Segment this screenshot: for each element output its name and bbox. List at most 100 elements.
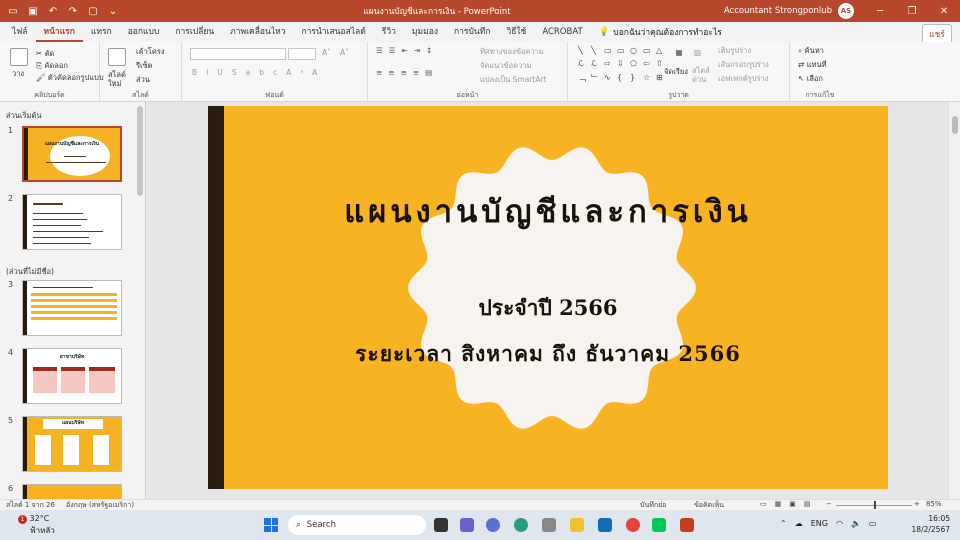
powerpoint-icon[interactable]: [680, 518, 694, 532]
align-text-button[interactable]: จัดแนวข้อความ: [480, 60, 531, 72]
weather-condition: ฟ้าหลัว: [30, 526, 55, 535]
list-icons[interactable]: ☰☰⇤⇥↕: [376, 46, 438, 55]
tab-transitions[interactable]: การเปลี่ยน: [167, 22, 222, 42]
slide-thumb-6[interactable]: [22, 484, 122, 499]
slide-subtitle-year[interactable]: ประจำปี 2566: [208, 292, 888, 325]
font-name-combo[interactable]: [190, 48, 286, 60]
editor-scrollbar[interactable]: [948, 102, 960, 499]
line-icon[interactable]: [652, 518, 666, 532]
tab-insert[interactable]: แทรก: [83, 22, 120, 42]
outlook-icon[interactable]: [598, 518, 612, 532]
battery-icon[interactable]: ▭: [869, 519, 877, 528]
font-size-combo[interactable]: [288, 48, 316, 60]
layout-button[interactable]: เค้าโครง: [136, 46, 165, 58]
font-shrink-icon[interactable]: A˅: [340, 48, 349, 57]
save-icon[interactable]: ▣: [26, 4, 40, 18]
font-format-icons[interactable]: BIUSabcAᵃA: [192, 68, 326, 77]
slide-thumb-4[interactable]: สาขาบริษัท: [22, 348, 122, 404]
shape-effects-button[interactable]: เอฟเฟกต์รูปร่าง: [718, 73, 768, 85]
select-button[interactable]: ↖ เลือก: [798, 73, 823, 85]
zoom-level[interactable]: 85%: [926, 500, 942, 508]
undo-icon[interactable]: ↶: [46, 4, 60, 18]
onedrive-icon[interactable]: ☁: [795, 519, 803, 528]
calculator-icon[interactable]: [542, 518, 556, 532]
search-icon: ⌕: [296, 520, 301, 530]
slide-thumb-1[interactable]: แผนงานบัญชีและการเงิน: [22, 126, 122, 182]
wifi-icon[interactable]: ◠: [836, 519, 843, 528]
chevron-up-icon[interactable]: ⌃: [780, 519, 787, 528]
customize-qat-icon[interactable]: ⌄: [106, 4, 120, 18]
find-button[interactable]: ⌕ ค้นหา: [798, 45, 824, 57]
autosave-icon[interactable]: ▭: [6, 4, 20, 18]
view-buttons[interactable]: ▭▦▣▤: [760, 500, 818, 508]
tab-file[interactable]: ไฟล์: [4, 22, 36, 42]
user-name[interactable]: Accountant Strongponlub: [724, 6, 832, 16]
tab-home[interactable]: หน้าแรก: [35, 22, 83, 42]
zoom-out-icon[interactable]: −: [826, 500, 832, 508]
windows-start-icon[interactable]: [264, 518, 278, 532]
chrome-icon[interactable]: [626, 518, 640, 532]
tab-slideshow[interactable]: การนำเสนอสไลด์: [294, 22, 374, 42]
zoom-app-icon[interactable]: [486, 518, 500, 532]
tab-help[interactable]: วิธีใช้: [498, 22, 534, 42]
paste-icon[interactable]: [10, 48, 28, 66]
cut-button[interactable]: ✂ ตัด: [36, 48, 54, 60]
file-explorer-icon[interactable]: [570, 518, 584, 532]
section-button[interactable]: ส่วน: [136, 74, 150, 86]
font-grow-icon[interactable]: A˄: [322, 48, 331, 57]
copy-button[interactable]: ⎘ คัดลอก: [36, 60, 68, 72]
volume-icon[interactable]: 🔈: [851, 519, 861, 528]
panel-scrollbar[interactable]: [137, 106, 143, 196]
redo-icon[interactable]: ↷: [66, 4, 80, 18]
paste-button[interactable]: วาง: [12, 68, 24, 80]
quick-styles-icon[interactable]: ▨: [694, 48, 701, 57]
replace-button[interactable]: ⇄ แทนที่: [798, 59, 827, 71]
section-unnamed[interactable]: (ส่วนที่ไม่มีชื่อ): [6, 266, 54, 278]
input-language[interactable]: ENG: [811, 519, 828, 528]
new-slide-button[interactable]: สไลด์ใหม่: [108, 70, 130, 88]
zoom-in-icon[interactable]: +: [914, 500, 920, 508]
tab-view[interactable]: มุมมอง: [404, 22, 446, 42]
current-slide[interactable]: แผนงานบัญชีและการเงิน ประจำปี 2566 ระยะเ…: [208, 106, 888, 489]
tell-me-search[interactable]: 💡 บอกฉันว่าคุณต้องการทำอะไร: [599, 25, 722, 39]
present-icon[interactable]: ▢: [86, 4, 100, 18]
tab-acrobat[interactable]: ACROBAT: [534, 22, 590, 42]
zoom-slider-thumb[interactable]: [874, 501, 876, 509]
task-view-icon[interactable]: [434, 518, 448, 532]
share-button[interactable]: แชร์: [922, 24, 952, 44]
new-slide-icon[interactable]: [108, 48, 126, 66]
restore-icon[interactable]: ❐: [896, 6, 928, 17]
text-direction-button[interactable]: ทิศทางของข้อความ: [480, 46, 544, 58]
reset-button[interactable]: รีเซ็ต: [136, 60, 153, 72]
slide-subtitle-period[interactable]: ระยะเวลา สิงหาคม ถึง ธันวาคม 2566: [208, 338, 888, 371]
slide-thumb-3[interactable]: [22, 280, 122, 336]
slide-thumb-2[interactable]: [22, 194, 122, 250]
shape-fill-button[interactable]: เติมรูปร่าง: [718, 45, 751, 57]
section-default[interactable]: ส่วนเริ่มต้น: [6, 110, 41, 122]
shape-outline-button[interactable]: เส้นกรอบรูปร่าง: [718, 59, 769, 71]
clock[interactable]: 16:05 18/2/2567: [912, 513, 950, 535]
taskbar-search[interactable]: ⌕ Search: [288, 515, 426, 535]
scroll-thumb[interactable]: [952, 116, 958, 134]
weather-widget[interactable]: 1 32°C ฟ้าหลัว: [18, 514, 55, 537]
arrange-button[interactable]: จัดเรียง: [664, 66, 688, 78]
tab-animations[interactable]: ภาพเคลื่อนไหว: [222, 22, 293, 42]
tab-record[interactable]: การบันทึก: [446, 22, 498, 42]
smartart-button[interactable]: แปลงเป็น SmartArt: [480, 74, 547, 86]
arrange-icon[interactable]: ▦: [668, 48, 690, 57]
align-icons[interactable]: ≡≡≡≡▤: [376, 68, 438, 77]
slide-number: 6: [8, 484, 14, 493]
format-painter-button[interactable]: 🖌 ตัวคัดลอกรูปแบบ: [36, 72, 104, 84]
close-icon[interactable]: ✕: [928, 6, 960, 17]
shapes-gallery[interactable]: ╲ ╲ ▭ ▭ ○ ▭ △ ℒ ℒ ⇨ ⇩ ⬠ ⇦ ⇧ ﹁ ﹂ ∿{} ☆ ⊞: [578, 46, 663, 86]
slide-thumb-5[interactable]: แผนบริษัท: [22, 416, 122, 472]
tab-design[interactable]: ออกแบบ: [120, 22, 168, 42]
teams-icon[interactable]: [460, 518, 474, 532]
tab-review[interactable]: รีวิว: [374, 22, 404, 42]
edge-icon[interactable]: [514, 518, 528, 532]
avatar[interactable]: AS: [838, 3, 854, 19]
quick-styles-button[interactable]: สไตล์ด่วน: [692, 66, 712, 84]
thumb-bar: [24, 128, 28, 180]
slide-title[interactable]: แผนงานบัญชีและการเงิน: [208, 186, 888, 236]
minimize-icon[interactable]: ─: [864, 6, 896, 17]
